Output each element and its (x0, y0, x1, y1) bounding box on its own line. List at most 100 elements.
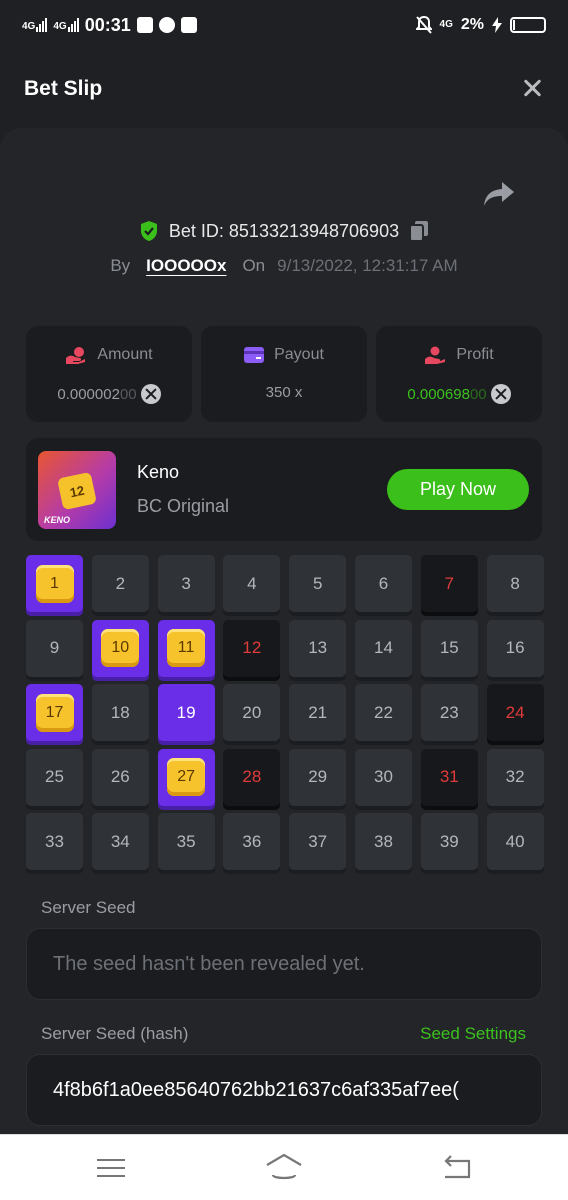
keno-cell-33: 33 (26, 813, 83, 871)
status-right: 4G 2% (415, 16, 546, 34)
keno-die-icon: 12 (57, 471, 97, 511)
status-bar: 4G 4G 00:31 4G 2% (0, 0, 568, 50)
charging-icon (492, 17, 502, 33)
battery-percent: 2% (460, 16, 484, 33)
server-seed-label: Server Seed (41, 898, 136, 917)
keno-cell-39: 39 (420, 813, 478, 871)
keno-cell-20: 20 (223, 684, 281, 742)
keno-cell-26: 26 (91, 748, 149, 806)
signal-icon: 4G (22, 18, 48, 32)
bell-off-icon (415, 16, 432, 34)
share-icon[interactable] (482, 178, 516, 210)
keno-cell-35: 35 (157, 813, 215, 871)
keno-cell-28: 28 (223, 748, 281, 806)
bet-id-row: Bet ID: 85133213948706903 (0, 220, 568, 242)
keno-cell-1: 1 (26, 555, 83, 612)
keno-cell-30: 30 (354, 748, 412, 806)
payout-value: 350 x (265, 384, 303, 401)
keno-thumbnail[interactable]: 12 KENO (38, 451, 116, 529)
keno-cell-15: 15 (420, 619, 478, 677)
battery-icon (510, 17, 546, 33)
coin-hand-icon (66, 347, 86, 364)
system-nav-bar (0, 1134, 568, 1200)
currency-icon (140, 384, 161, 404)
chrome-icon (158, 17, 175, 33)
youtube-icon (180, 17, 197, 33)
profit-value: 0.00069800 (407, 385, 487, 403)
shield-check-icon (140, 221, 157, 241)
game-provider: BC Original (137, 496, 230, 516)
keno-cell-17: 17 (26, 684, 83, 742)
keno-cell-23: 23 (420, 684, 478, 742)
bet-slip-panel: Bet ID: 85133213948706903 By IOOOOOx On … (0, 128, 568, 1134)
gem-tile: 17 (35, 693, 74, 732)
keno-cell-29: 29 (289, 748, 347, 806)
menu-icon[interactable] (97, 1157, 125, 1179)
gem-tile: 1 (35, 564, 74, 603)
signal-icon-2: 4G (53, 18, 79, 32)
keno-cell-11: 11 (157, 619, 215, 677)
play-now-button[interactable]: Play Now (387, 469, 529, 510)
status-left: 4G 4G 00:31 (22, 15, 197, 36)
bet-id: Bet ID: 85133213948706903 (168, 220, 400, 241)
keno-cell-22: 22 (354, 684, 412, 742)
stats-row: Amount 0.00000200 Payout 350 x Profit 0.… (26, 326, 542, 422)
keno-cell-4: 4 (223, 555, 281, 612)
copy-icon[interactable] (409, 220, 429, 242)
back-icon[interactable] (441, 1155, 471, 1179)
keno-cell-5: 5 (289, 555, 347, 612)
keno-cell-12: 12 (223, 619, 281, 677)
keno-grid: 1 2 3 4 5 6 7 8 9 10 11 12 13 14 15 16 17 18 19 20 21 22 23 24 2… (26, 555, 544, 871)
payout-label: Payout (274, 346, 324, 363)
header: Bet Slip (0, 50, 568, 128)
seed-settings-link[interactable]: Seed Settings (420, 1024, 526, 1044)
game-name: Keno (137, 462, 180, 482)
username-link[interactable]: IOOOOOx (146, 256, 226, 276)
gem-tile: 27 (167, 758, 206, 797)
signal-icon-3: 4G (439, 19, 453, 30)
keno-cell-25: 25 (26, 748, 83, 806)
keno-cell-3: 3 (157, 555, 215, 612)
keno-cell-19: 19 (157, 684, 215, 742)
keno-cell-21: 21 (289, 684, 347, 742)
keno-cell-40: 40 (486, 813, 544, 871)
keno-cell-38: 38 (354, 813, 412, 871)
keno-cell-36: 36 (223, 813, 281, 871)
bet-date: 9/13/2022, 12:31:17 AM (277, 256, 458, 275)
close-icon[interactable] (520, 77, 544, 101)
amount-value: 0.00000200 (57, 385, 137, 403)
payout-card: Payout 350 x (201, 326, 367, 422)
server-seed-field: The seed hasn't been revealed yet. (26, 928, 542, 1000)
keno-cell-6: 6 (354, 555, 412, 612)
keno-cell-9: 9 (26, 619, 83, 677)
profit-label: Profit (456, 346, 494, 363)
server-seed-hash-field[interactable]: 4f8b6f1a0ee85640762bb21637c6af335af7ee( (26, 1054, 542, 1126)
profit-card: Profit 0.00069800 (376, 326, 542, 422)
server-seed-hash-label: Server Seed (hash) (41, 1024, 189, 1043)
keno-cell-34: 34 (91, 813, 149, 871)
keno-cell-2: 2 (91, 555, 149, 612)
keno-cell-7: 7 (420, 555, 478, 612)
home-icon[interactable] (265, 1153, 303, 1181)
keno-cell-27: 27 (157, 748, 215, 806)
keno-cell-37: 37 (289, 813, 347, 871)
bet-byline: By IOOOOOx On 9/13/2022, 12:31:17 AM (0, 256, 568, 276)
on-label: On (242, 256, 266, 275)
keno-cell-18: 18 (91, 684, 149, 742)
keno-cell-32: 32 (486, 748, 544, 806)
amount-label: Amount (97, 346, 153, 363)
keno-cell-13: 13 (289, 619, 347, 677)
keno-cell-31: 31 (420, 748, 478, 806)
gem-tile: 11 (167, 629, 206, 668)
game-card: 12 KENO Keno BC Original Play Now (26, 438, 542, 541)
clock: 00:31 (84, 14, 131, 35)
keno-cell-8: 8 (486, 555, 544, 612)
currency-icon (490, 384, 511, 404)
page-title: Bet Slip (24, 77, 103, 100)
keno-cell-14: 14 (354, 619, 412, 677)
mail-icon (136, 17, 153, 33)
gem-tile: 10 (101, 629, 140, 668)
by-label: By (110, 256, 131, 275)
keno-cell-24: 24 (486, 684, 544, 742)
amount-card: Amount 0.00000200 (26, 326, 192, 422)
